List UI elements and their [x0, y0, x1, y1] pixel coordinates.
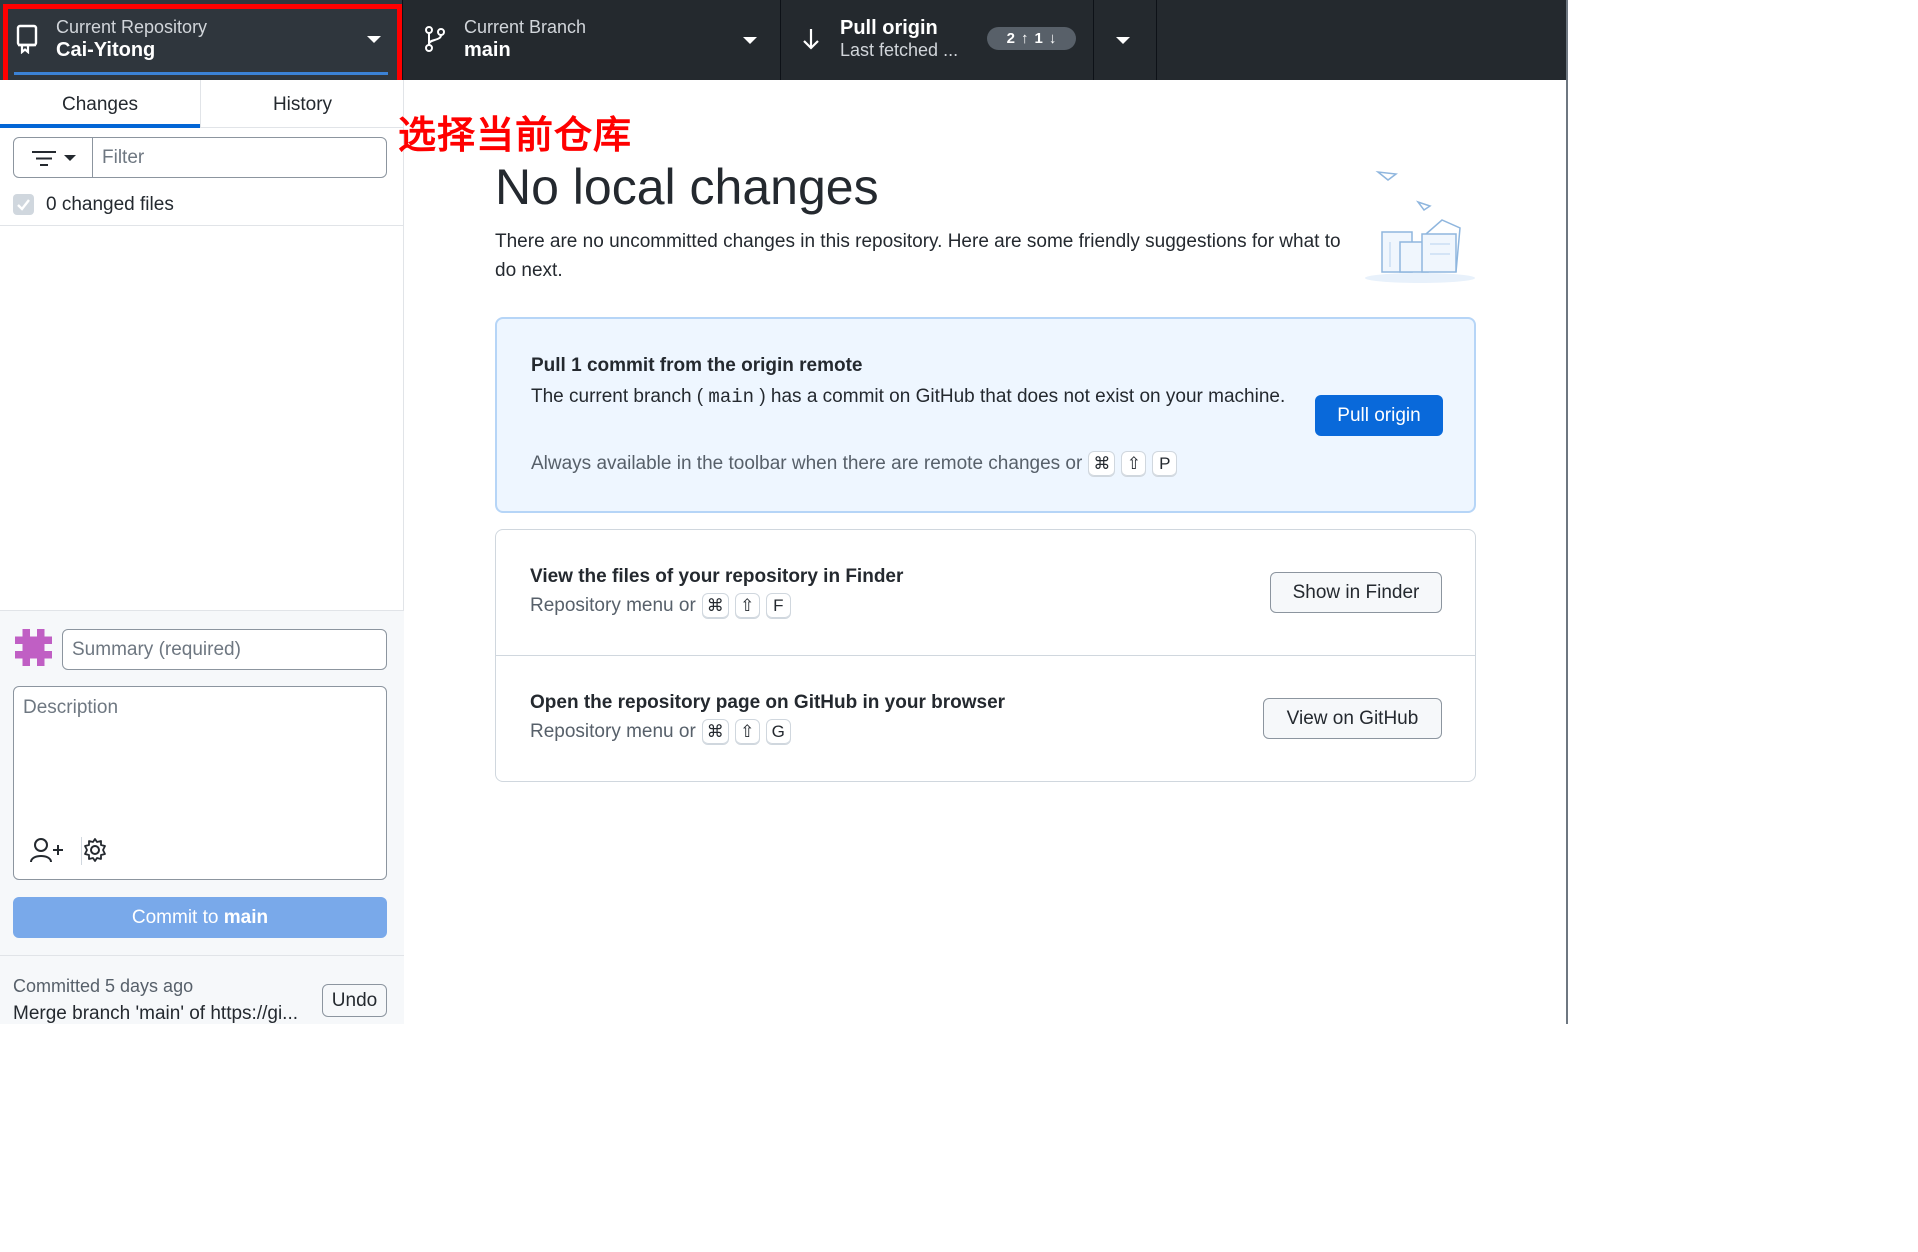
filter-bar — [13, 137, 387, 178]
pull-card-text-end: ) has a commit on GitHub that does not e… — [759, 386, 1286, 407]
gear-icon[interactable] — [82, 837, 108, 863]
summary-input[interactable] — [62, 629, 387, 670]
command-key: ⌘ — [1088, 451, 1116, 477]
select-all-checkbox[interactable] — [13, 194, 34, 215]
changed-files-header: 0 changed files — [0, 184, 404, 226]
show-in-finder-button[interactable]: Show in Finder — [1270, 572, 1442, 613]
actions-card-group: View the files of your repository in Fin… — [495, 529, 1476, 782]
p-key: P — [1152, 451, 1178, 477]
current-branch-dropdown[interactable]: Current Branch main — [403, 0, 780, 80]
pull-card-hint: Always available in the toolbar when the… — [531, 451, 1178, 477]
finder-card-hint-text: Repository menu or — [530, 595, 696, 616]
pull-card-hint-text: Always available in the toolbar when the… — [531, 453, 1083, 474]
github-card-heading: Open the repository page on GitHub in yo… — [530, 692, 1006, 713]
branch-icon — [425, 26, 445, 52]
add-coauthor-icon[interactable] — [30, 837, 64, 863]
commit-button-prefix: Commit to — [131, 907, 224, 928]
window-edge — [1566, 0, 1568, 1024]
repository-icon — [16, 24, 38, 54]
last-fetched-label: Last fetched ... — [840, 40, 959, 60]
arrow-up-icon: ↑ — [1021, 30, 1029, 47]
github-card-hint-text: Repository menu or — [530, 721, 696, 742]
last-commit-message: Merge branch 'main' of https://gi... — [13, 1003, 298, 1024]
current-repository-dropdown[interactable]: Current Repository Cai-Yitong — [0, 0, 402, 80]
arrow-down-icon — [803, 29, 819, 50]
pull-card-heading: Pull 1 commit from the origin remote — [531, 355, 863, 376]
pull-origin-card-button[interactable]: Pull origin — [1315, 395, 1443, 436]
chevron-down-icon — [367, 36, 381, 43]
page-title: No local changes — [495, 159, 879, 215]
tab-changes[interactable]: Changes — [0, 80, 200, 128]
pull-card-text-start: The current branch ( — [531, 386, 704, 407]
undo-button[interactable]: Undo — [322, 984, 387, 1017]
ahead-count: 2 — [1006, 30, 1015, 47]
chevron-down-icon — [1116, 37, 1130, 44]
commit-button-branch: main — [223, 907, 269, 928]
commit-button[interactable]: Commit to main — [13, 897, 387, 938]
annotation-text: 选择当前仓库 — [398, 113, 633, 157]
last-commit-time: Committed 5 days ago — [13, 976, 194, 996]
divider — [1156, 0, 1157, 80]
pull-options-dropdown[interactable] — [1094, 0, 1156, 80]
description-box — [13, 686, 387, 880]
last-commit-panel: Committed 5 days ago Merge branch 'main'… — [0, 955, 404, 1025]
f-key: F — [765, 593, 791, 619]
pull-origin-button[interactable]: Pull origin Last fetched ... 2 ↑ 1 ↓ — [781, 0, 1093, 80]
chevron-down-icon — [64, 155, 76, 161]
command-key: ⌘ — [701, 593, 729, 619]
g-key: G — [765, 719, 791, 745]
shift-key: ⇧ — [1121, 451, 1147, 477]
chevron-down-icon — [743, 37, 757, 44]
changed-files-count: 0 changed files — [46, 194, 174, 215]
current-branch-name: main — [464, 39, 511, 61]
current-repository-label: Current Repository — [56, 17, 208, 37]
shift-key: ⇧ — [734, 593, 760, 619]
view-on-github-button[interactable]: View on GitHub — [1263, 698, 1442, 739]
avatar — [15, 629, 52, 666]
finder-card-heading: View the files of your repository in Fin… — [530, 566, 904, 587]
main-content: No local changes There are no uncommitte… — [405, 80, 1568, 1024]
checkmark-icon — [17, 199, 30, 211]
filter-input[interactable] — [94, 138, 386, 177]
filter-icon — [32, 151, 56, 166]
boxes-illustration-icon — [1365, 170, 1475, 283]
selected-underline — [14, 72, 388, 75]
toolbar: Current Repository Cai-Yitong Current Br… — [0, 0, 1568, 80]
divider — [496, 655, 1475, 656]
sidebar: Changes History 0 changed files — [0, 80, 404, 1024]
branch-name-code: main — [708, 386, 755, 408]
pull-origin-label: Pull origin — [840, 17, 938, 39]
current-branch-label: Current Branch — [464, 17, 587, 37]
command-key: ⌘ — [701, 719, 729, 745]
behind-count: 1 — [1034, 30, 1043, 47]
pull-card-text: The current branch ( main ) has a commit… — [531, 382, 1291, 412]
description-input[interactable] — [14, 687, 386, 827]
arrow-down-icon: ↓ — [1048, 30, 1057, 47]
ahead-behind-badge: 2 ↑ 1 ↓ — [987, 27, 1076, 50]
tab-history[interactable]: History — [200, 80, 404, 128]
pull-suggestion-card: Pull 1 commit from the origin remote The… — [495, 317, 1476, 513]
finder-card-hint: Repository menu or ⌘ ⇧ F — [530, 593, 791, 619]
github-card-hint: Repository menu or ⌘ ⇧ G — [530, 719, 791, 745]
page-subtitle: There are no uncommitted changes in this… — [495, 231, 1341, 281]
commit-panel: Commit to main Committed 5 days ago Merg… — [0, 610, 404, 1024]
filter-options-button[interactable] — [14, 138, 93, 177]
sidebar-tabs: Changes History — [0, 80, 404, 128]
shift-key: ⇧ — [734, 719, 760, 745]
current-repository-name: Cai-Yitong — [56, 39, 156, 61]
